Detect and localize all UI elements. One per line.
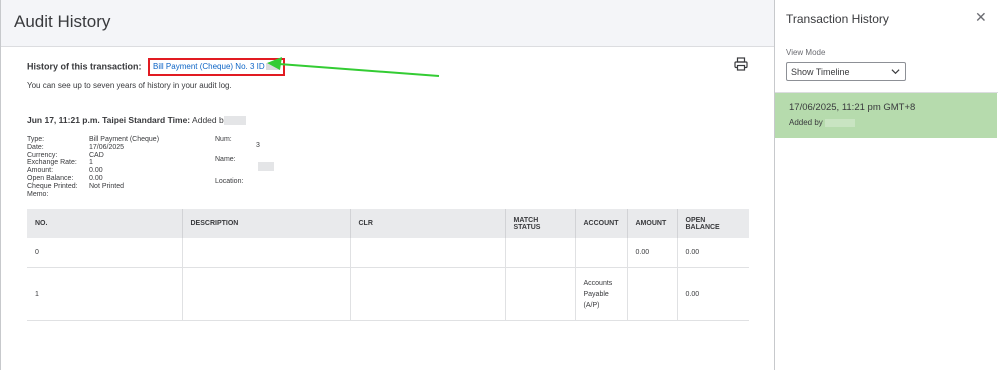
field-value: Bill Payment (Cheque) [89,136,160,143]
cell-account: Accounts Payable (A/P) [574,267,627,321]
entry-added: Added b [192,115,224,125]
field-value: Not Printed [89,182,125,190]
view-mode-label: View Mode [786,48,826,57]
field-label: Type: [27,136,45,143]
field-label: Amount: [27,167,54,175]
field-label: Open Balance: [27,175,74,182]
header-no: NO. [27,209,182,238]
redacted-user [825,118,856,127]
redacted-user [223,116,246,126]
field-value: 0.00 [89,175,103,182]
timeline-time: 17/06/2025, 11:21 pm GMT+8 [789,102,916,113]
audit-table: NO. DESCRIPTION CLR MATCH STATUS ACCOUNT… [27,209,749,321]
cell-clr [349,238,505,268]
transaction-history-panel: Transaction History ✕ View Mode Show Tim… [774,0,998,370]
timeline-added-label: Added by [789,118,823,127]
entry-time: Jun 17, 11:21 p.m. Taipei Standard Time: [27,115,191,125]
header-amount: AMOUNT [626,209,677,238]
cell-no: 0 [27,238,182,268]
cell-clr [349,267,505,321]
field-label: Currency: [27,151,58,159]
view-mode-select[interactable]: Show Timeline [786,62,906,81]
cell-description [181,267,350,321]
transaction-link-text: Bill Payment (Cheque) No. 3 ID [153,62,265,71]
header-clr: CLR [349,209,505,238]
view-mode-value: Show Timeline [791,67,850,77]
timeline-added: Added by [789,118,856,127]
panel-title: Transaction History [786,12,889,26]
cell-amount: 0.00 [626,238,677,268]
num-label: Num: [215,136,232,143]
header-open-balance: OPEN BALANCE [676,209,749,238]
header-description: DESCRIPTION [181,209,350,238]
field-value: 1 [89,159,93,167]
location-label: Location: [215,178,244,185]
cell-account [574,238,627,268]
header-match-status: MATCH STATUS [504,209,575,238]
header-account: ACCOUNT [574,209,627,238]
field-label: Memo: [27,190,49,198]
history-row: History of this transaction: Bill Paymen… [27,58,285,76]
page-title: Audit History [14,12,111,31]
table-header-row: NO. DESCRIPTION CLR MATCH STATUS ACCOUNT… [27,209,749,238]
timeline-item[interactable]: 17/06/2025, 11:21 pm GMT+8 Added by [775,93,997,138]
field-label: Date: [27,143,44,151]
cell-open-balance: 0.00 [676,267,749,321]
printer-icon[interactable] [734,57,748,71]
audit-main: History of this transaction: Bill Paymen… [1,47,774,370]
name-label: Name: [215,156,236,163]
field-label: Cheque Printed: [27,182,78,190]
page-header: Audit History [1,0,774,47]
chevron-down-icon [891,69,900,75]
cell-match-status [504,238,575,268]
cell-match-status [504,267,575,321]
cell-amount [626,267,677,321]
cell-no: 1 [27,267,182,321]
cell-description [181,238,350,268]
num-value: 3 [256,142,260,149]
history-label: History of this transaction: [27,61,142,72]
green-arrow [267,57,440,77]
cell-open-balance: 0.00 [676,238,749,268]
close-icon[interactable]: ✕ [975,10,987,24]
history-note: You can see up to seven years of history… [27,81,232,90]
field-value: 0.00 [89,167,103,175]
table-row: 0 0.00 0.00 [27,238,749,268]
table-row: 1 Accounts Payable (A/P) 0.00 [27,267,749,321]
field-value: CAD [89,151,104,159]
field-value: 17/06/2025 [89,143,125,151]
entry-heading: Jun 17, 11:21 p.m. Taipei Standard Time:… [27,115,246,126]
field-label: Exchange Rate: [27,159,77,167]
redacted-name [258,162,274,171]
